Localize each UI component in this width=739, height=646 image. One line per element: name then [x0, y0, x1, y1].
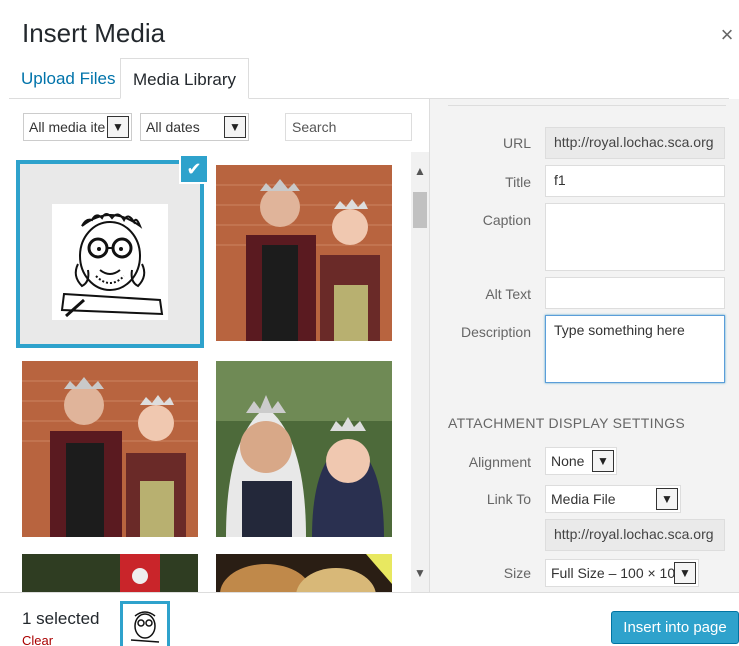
description-field[interactable]: Type something here — [545, 315, 725, 383]
chevron-up-icon[interactable]: ▲ — [411, 162, 429, 180]
modal-footer: 1 selected Clear Insert into page — [0, 592, 739, 646]
link-to-label: Link To — [486, 491, 531, 507]
tab-upload-files[interactable]: Upload Files — [9, 58, 128, 99]
insert-into-page-button[interactable]: Insert into page — [611, 611, 739, 644]
chevron-down-icon: ▼ — [674, 562, 696, 584]
photo-thumbnail — [22, 554, 198, 592]
insert-media-modal: Insert Media × Upload Files Media Librar… — [0, 0, 739, 646]
cartoon-thumbnail — [20, 164, 200, 344]
link-url-field[interactable]: http://royal.lochac.sca.org — [545, 519, 725, 551]
media-item-photo[interactable] — [22, 361, 198, 537]
photo-thumbnail — [216, 554, 392, 592]
caption-label: Caption — [482, 212, 531, 228]
media-item-photo[interactable] — [22, 554, 198, 592]
photo-thumbnail — [216, 165, 392, 341]
attachment-details-panel: URL http://royal.lochac.sca.org Title f1… — [429, 99, 739, 592]
media-item-photo[interactable] — [216, 554, 392, 592]
link-to-select[interactable]: Media File ▼ — [545, 485, 681, 513]
alignment-select-value: None — [551, 453, 585, 469]
alt-text-label: Alt Text — [485, 286, 531, 302]
photo-thumbnail — [216, 361, 392, 537]
size-select[interactable]: Full Size – 100 × 100 ▼ — [545, 559, 699, 587]
media-item-photo[interactable] — [216, 361, 392, 537]
alignment-select[interactable]: None ▼ — [545, 447, 617, 475]
selection-count: 1 selected — [22, 609, 100, 628]
selected-check-icon[interactable]: ✔ — [179, 154, 209, 184]
media-library-browser: All media ite ▼ All dates ▼ Search ✔ ▲ ▼ — [9, 99, 429, 592]
link-to-select-value: Media File — [551, 491, 616, 507]
media-tabs: Upload Files Media Library — [9, 58, 729, 99]
description-label: Description — [460, 324, 531, 340]
url-label: URL — [502, 135, 531, 151]
media-grid: ✔ — [9, 152, 429, 592]
grid-scrollbar[interactable]: ▲ ▼ — [411, 152, 429, 592]
scrollbar-thumb[interactable] — [413, 192, 427, 228]
chevron-down-icon: ▼ — [592, 450, 614, 472]
title-label: Title — [505, 174, 531, 190]
photo-thumbnail — [22, 361, 198, 537]
caption-field[interactable] — [545, 203, 725, 271]
search-input[interactable]: Search — [285, 113, 412, 141]
chevron-down-icon: ▼ — [656, 488, 678, 510]
chevron-down-icon[interactable]: ▼ — [411, 564, 429, 582]
chevron-down-icon: ▼ — [224, 116, 246, 138]
size-label: Size — [503, 565, 531, 581]
modal-title: Insert Media — [22, 18, 166, 48]
tab-media-library[interactable]: Media Library — [120, 58, 249, 99]
alignment-label: Alignment — [468, 454, 531, 470]
media-item-photo[interactable] — [216, 165, 392, 341]
media-type-filter[interactable]: All media ite ▼ — [23, 113, 132, 141]
size-select-value: Full Size – 100 × 100 — [551, 565, 683, 581]
title-field[interactable]: f1 — [545, 165, 725, 197]
url-field[interactable]: http://royal.lochac.sca.org — [545, 127, 725, 159]
selected-thumbnail[interactable] — [120, 601, 170, 646]
display-settings-heading: ATTACHMENT DISPLAY SETTINGS — [448, 415, 686, 431]
clear-selection-link[interactable]: Clear — [22, 633, 53, 646]
close-icon[interactable]: × — [717, 22, 737, 48]
media-item-cartoon[interactable] — [16, 160, 204, 348]
alt-text-field[interactable] — [545, 277, 725, 309]
chevron-down-icon: ▼ — [107, 116, 129, 138]
media-type-filter-value: All media ite — [29, 119, 106, 135]
divider — [448, 105, 726, 106]
date-filter[interactable]: All dates ▼ — [140, 113, 249, 141]
cartoon-mini-thumbnail — [123, 604, 167, 646]
date-filter-value: All dates — [146, 119, 200, 135]
